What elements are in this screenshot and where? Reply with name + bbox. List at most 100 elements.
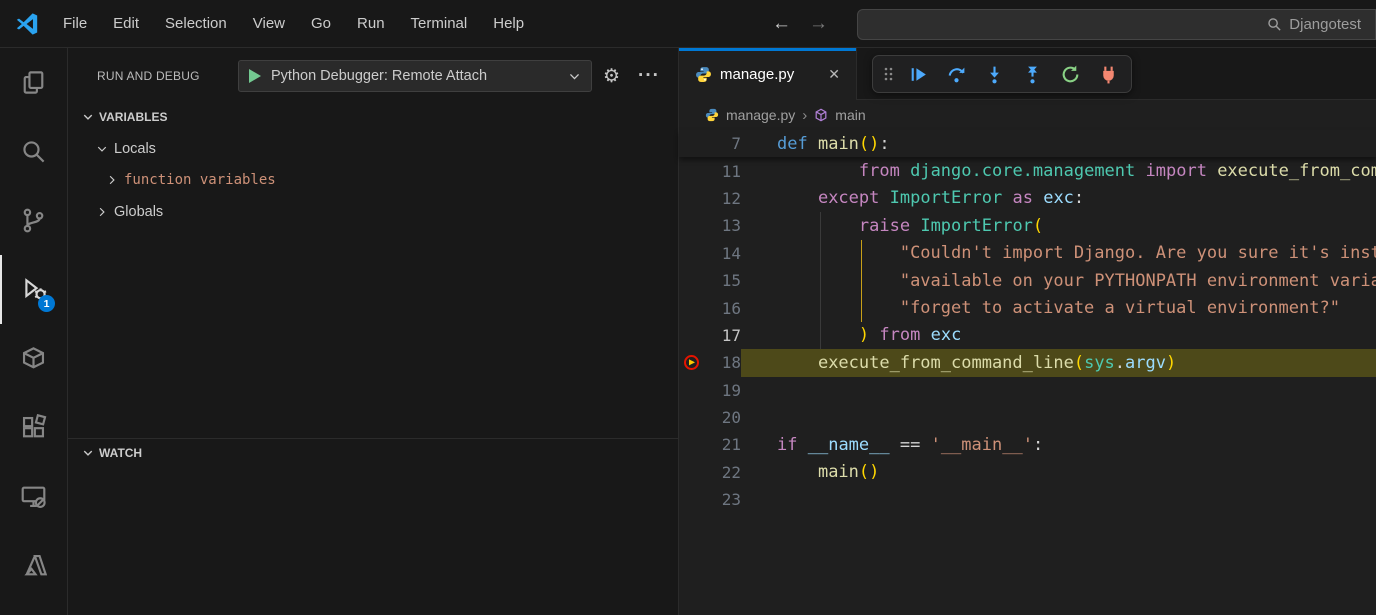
code-line[interactable]: 20 (679, 404, 1376, 431)
chevron-right-icon (96, 206, 108, 218)
code-text[interactable]: "forget to activate a virtual environmen… (741, 294, 1376, 321)
code-text[interactable]: "available on your PYTHONPATH environmen… (741, 267, 1376, 294)
menu-run[interactable]: Run (344, 15, 398, 32)
menu-terminal[interactable]: Terminal (398, 15, 481, 32)
step-into-button[interactable] (977, 59, 1011, 89)
breakpoint-gutter[interactable] (679, 404, 705, 431)
more-actions-icon[interactable]: ··· (638, 65, 660, 87)
back-icon[interactable]: ← (772, 13, 791, 35)
scope-locals[interactable]: Locals (96, 135, 156, 163)
menu-help[interactable]: Help (480, 15, 537, 32)
code-text[interactable] (741, 486, 1376, 513)
menu-go[interactable]: Go (298, 15, 344, 32)
debug-config-dropdown[interactable]: Python Debugger: Remote Attach (238, 60, 592, 92)
breakpoint-gutter[interactable] (679, 322, 705, 349)
line-number: 22 (705, 463, 741, 482)
code-text[interactable]: raise ImportError( (741, 212, 1376, 239)
chevron-down-icon (82, 111, 94, 123)
gear-icon[interactable]: ⚙ (603, 65, 620, 88)
breadcrumb-symbol[interactable]: main (835, 107, 865, 123)
disconnect-button[interactable] (1091, 59, 1125, 89)
breadcrumb-file[interactable]: manage.py (726, 107, 795, 123)
scope-function-variables[interactable]: function variables (106, 166, 276, 194)
files-icon (20, 69, 47, 96)
code-line[interactable]: 23 (679, 486, 1376, 513)
activity-run-and-debug[interactable]: 1 (0, 255, 67, 324)
run-and-debug-sidebar: RUN AND DEBUG Python Debugger: Remote At… (68, 48, 679, 615)
search-icon (20, 138, 47, 165)
python-file-icon (705, 108, 719, 122)
tab-close-icon[interactable]: ✕ (824, 64, 844, 85)
activity-containers[interactable] (0, 324, 67, 393)
breakpoint-gutter[interactable] (679, 267, 705, 294)
sticky-scroll-line[interactable]: 7def main(): (679, 130, 1376, 157)
breakpoint-gutter[interactable] (679, 459, 705, 486)
variables-section-header[interactable]: VARIABLES (68, 103, 678, 131)
code-text[interactable]: from django.core.management import execu… (741, 157, 1376, 184)
activity-explorer[interactable] (0, 48, 67, 117)
breakpoint-gutter[interactable] (679, 157, 705, 184)
code-line[interactable]: 13 raise ImportError( (679, 212, 1376, 239)
code-text[interactable] (741, 377, 1376, 404)
menu-selection[interactable]: Selection (152, 15, 240, 32)
code-line[interactable]: 22 main() (679, 459, 1376, 486)
code-text[interactable]: except ImportError as exc: (741, 185, 1376, 212)
line-number: 12 (705, 189, 741, 208)
code-line[interactable]: 16 "forget to activate a virtual environ… (679, 294, 1376, 321)
code-text[interactable]: def main(): (741, 130, 1376, 157)
watch-section-header[interactable]: WATCH (68, 438, 678, 466)
workspace-title: Djangotest (1289, 16, 1361, 33)
start-debug-icon[interactable] (249, 69, 261, 83)
breakpoint-gutter[interactable] (679, 294, 705, 321)
command-center-search[interactable]: Djangotest (857, 9, 1376, 40)
code-line[interactable]: 11 from django.core.management import ex… (679, 157, 1376, 184)
code-line[interactable]: 21if __name__ == '__main__': (679, 431, 1376, 458)
code-text[interactable]: execute_from_command_line(sys.argv) (741, 349, 1376, 376)
activity-remote-explorer[interactable] (0, 462, 67, 531)
code-text[interactable]: "Couldn't import Django. Are you sure it… (741, 240, 1376, 267)
sidebar-header: RUN AND DEBUG Python Debugger: Remote At… (68, 60, 678, 92)
breakpoint-gutter[interactable]: ▶ (679, 349, 705, 376)
activity-extensions[interactable] (0, 393, 67, 462)
breakpoint-gutter[interactable] (679, 240, 705, 267)
toolbar-grip-icon[interactable] (879, 59, 897, 89)
forward-icon[interactable]: → (809, 13, 828, 35)
code-lines: 7def main():11 from django.core.manageme… (679, 130, 1376, 513)
code-line[interactable]: 14 "Couldn't import Django. Are you sure… (679, 240, 1376, 267)
activity-search[interactable] (0, 117, 67, 186)
code-line[interactable]: 17 ) from exc (679, 322, 1376, 349)
breakpoint-stopped-icon[interactable]: ▶ (684, 355, 699, 370)
step-out-button[interactable] (1015, 59, 1049, 89)
breakpoint-gutter[interactable] (679, 212, 705, 239)
breakpoint-gutter[interactable] (679, 130, 705, 157)
restart-button[interactable] (1053, 59, 1087, 89)
breakpoint-gutter[interactable] (679, 486, 705, 513)
activity-source-control[interactable] (0, 186, 67, 255)
code-line[interactable]: 12 except ImportError as exc: (679, 185, 1376, 212)
scope-globals[interactable]: Globals (96, 198, 163, 226)
extensions-icon (20, 414, 47, 441)
tab-strip: manage.py ✕ (679, 48, 1376, 100)
menu-file[interactable]: File (50, 15, 100, 32)
activity-azure[interactable] (0, 531, 67, 600)
code-text[interactable]: main() (741, 459, 1376, 486)
step-over-button[interactable] (939, 59, 973, 89)
breakpoint-gutter[interactable] (679, 431, 705, 458)
breakpoint-gutter[interactable] (679, 377, 705, 404)
code-line[interactable]: ▶18 execute_from_command_line(sys.argv) (679, 349, 1376, 376)
menu-view[interactable]: View (240, 15, 298, 32)
code-text[interactable]: ) from exc (741, 322, 1376, 349)
code-line[interactable]: 19 (679, 377, 1376, 404)
menu-edit[interactable]: Edit (100, 15, 152, 32)
remote-monitor-icon (20, 483, 47, 510)
continue-button[interactable] (901, 59, 935, 89)
python-file-icon (695, 66, 712, 83)
breakpoint-gutter[interactable] (679, 185, 705, 212)
code-editor[interactable]: 7def main():11 from django.core.manageme… (679, 130, 1376, 513)
chevron-right-icon (106, 174, 118, 186)
code-text[interactable]: if __name__ == '__main__': (741, 431, 1376, 458)
code-line[interactable]: 15 "available on your PYTHONPATH environ… (679, 267, 1376, 294)
line-number: 14 (705, 244, 741, 263)
code-text[interactable] (741, 404, 1376, 431)
tab-manage-py[interactable]: manage.py ✕ (679, 48, 857, 100)
